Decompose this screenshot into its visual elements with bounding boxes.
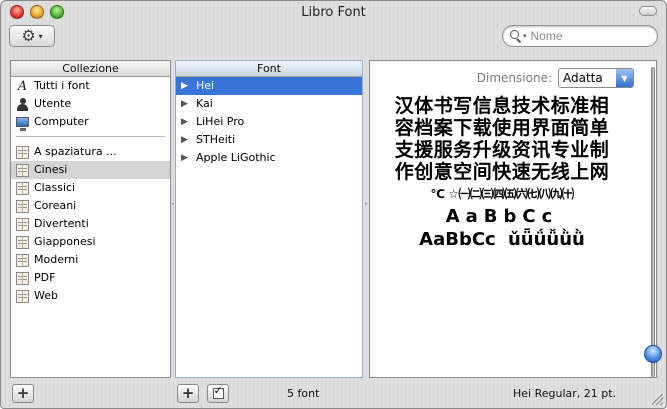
book-icon (16, 271, 29, 285)
collection-item-label: Classici (34, 181, 76, 194)
font-header[interactable]: Font (176, 61, 362, 77)
collection-item-web[interactable]: Web (11, 287, 170, 305)
font-item-kai[interactable]: ▶ Kai (176, 95, 362, 113)
search-icon[interactable] (510, 30, 522, 42)
sample-line: AaBbCc ǔǖǘǚǜǜ (419, 229, 585, 250)
toolbar-toggle-button[interactable] (639, 6, 657, 16)
checkbox-icon (212, 385, 224, 399)
collection-item-user[interactable]: Utente (11, 95, 170, 113)
size-select-value: Adatta (563, 71, 603, 85)
user-icon (16, 97, 29, 111)
computer-icon (16, 117, 29, 131)
sample-line: 支援服务升级资讯专业制 (394, 139, 610, 161)
book-icon (16, 235, 29, 249)
chevron-down-icon: ▾ (38, 31, 43, 41)
action-menu-button[interactable]: ⚙ ▾ (9, 25, 55, 47)
sample-line: ℃ ☆㈠㈡㈢㈣㈤㈥㈦㈧㈨㈩ (430, 187, 574, 201)
font-item-label: Kai (196, 97, 213, 110)
book-icon (16, 289, 29, 303)
font-item-stheiti[interactable]: ▶ STHeiti (176, 131, 362, 149)
collection-divider (16, 136, 165, 137)
collection-item-label: PDF (34, 271, 56, 284)
collection-item-classic[interactable]: Classici (11, 179, 170, 197)
collection-item-all-fonts[interactable]: A Tutti i font (11, 77, 170, 95)
size-slider[interactable] (644, 67, 662, 377)
collection-item-chinese[interactable]: Cinesi (11, 161, 170, 179)
preview-sample: 汉体书写信息技术标准相 容档案下载使用界面简单 支援服务升级资讯专业制 作创意空… (378, 95, 626, 251)
font-item-hei[interactable]: ▶ Hei (176, 77, 362, 95)
font-item-label: Apple LiGothic (196, 151, 276, 164)
book-icon (16, 145, 29, 159)
sample-line: 汉体书写信息技术标准相 (394, 95, 610, 117)
collection-item-label: Cinesi (34, 163, 68, 176)
book-icon (16, 181, 29, 195)
collection-item-label: Divertenti (34, 217, 89, 230)
sample-line: AaBbCc (445, 206, 559, 227)
font-preview: Dimensione: Adatta ▼ 汉体书写信息技术标准相 容档案下载使用… (369, 60, 657, 378)
collection-item-monospace[interactable]: A spaziatura ... (11, 143, 170, 161)
collection-item-label: Coreani (34, 199, 77, 212)
book-icon (16, 253, 29, 267)
size-control: Dimensione: Adatta ▼ (477, 68, 634, 88)
collection-item-label: Moderni (34, 253, 79, 266)
disclosure-triangle-icon[interactable]: ▶ (181, 131, 191, 149)
font-item-label: STHeiti (196, 133, 236, 146)
collection-item-label: Utente (34, 97, 72, 110)
slider-track[interactable] (651, 67, 655, 377)
add-collection-button[interactable]: + (12, 384, 34, 403)
font-list: Font ▶ Hei ▶ Kai ▶ LiHei Pro ▶ STHeiti ▶… (175, 60, 363, 378)
search-input[interactable] (530, 29, 641, 43)
collection-item-fun[interactable]: Divertenti (11, 215, 170, 233)
disclosure-triangle-icon[interactable]: ▶ (181, 77, 191, 95)
collection-list: Collezione A Tutti i font Utente Compute… (10, 60, 171, 378)
collection-item-japanese[interactable]: Giapponesi (11, 233, 170, 251)
disclosure-triangle-icon[interactable]: ▶ (181, 95, 191, 113)
gear-icon: ⚙ (21, 26, 36, 45)
slider-knob[interactable] (644, 345, 662, 363)
collection-header[interactable]: Collezione (11, 61, 170, 77)
book-icon (16, 217, 29, 231)
font-splitter[interactable] (364, 197, 368, 211)
font-count: 5 font (287, 387, 320, 400)
add-font-button[interactable]: + (177, 384, 199, 403)
collection-item-korean[interactable]: Coreani (11, 197, 170, 215)
window-title: Libro Font (301, 5, 366, 20)
collection-item-label: Computer (34, 115, 89, 128)
book-icon (16, 199, 29, 213)
title-bar[interactable]: Libro Font (1, 1, 666, 23)
enable-font-button[interactable] (207, 384, 229, 403)
disclosure-triangle-icon[interactable]: ▶ (181, 113, 191, 131)
disclosure-triangle-icon[interactable]: ▶ (181, 149, 191, 167)
font-book-window: Libro Font ⚙ ▾ ▾ Collezione A Tutti i fo… (0, 0, 667, 409)
size-select[interactable]: Adatta ▼ (558, 68, 634, 88)
chevron-down-icon: ▼ (616, 69, 633, 87)
book-icon (16, 163, 29, 177)
collection-item-label: Web (34, 289, 58, 302)
collection-item-computer[interactable]: Computer (11, 113, 170, 131)
collection-item-label: Giapponesi (34, 235, 96, 248)
font-item-apple-ligothic[interactable]: ▶ Apple LiGothic (176, 149, 362, 167)
resize-grip-icon[interactable] (652, 394, 663, 405)
font-a-icon: A (17, 78, 28, 94)
sample-line: 容档案下载使用界面简单 (394, 117, 610, 139)
font-info: Hei Regular, 21 pt. (513, 387, 617, 400)
sample-line: 作创意空间快速无线上网 (394, 161, 610, 183)
collection-item-label: A spaziatura ... (34, 145, 117, 158)
search-menu-caret-icon[interactable]: ▾ (523, 32, 527, 40)
font-item-label: LiHei Pro (196, 115, 245, 128)
plus-icon: + (16, 384, 30, 402)
collection-item-label: Tutti i font (34, 79, 90, 92)
search-field[interactable]: ▾ (502, 25, 658, 47)
font-item-label: Hei (196, 79, 215, 92)
collection-item-pdf[interactable]: PDF (11, 269, 170, 287)
collection-item-modern[interactable]: Moderni (11, 251, 170, 269)
plus-icon: + (181, 384, 195, 402)
size-label: Dimensione: (476, 71, 552, 85)
font-item-lihei-pro[interactable]: ▶ LiHei Pro (176, 113, 362, 131)
